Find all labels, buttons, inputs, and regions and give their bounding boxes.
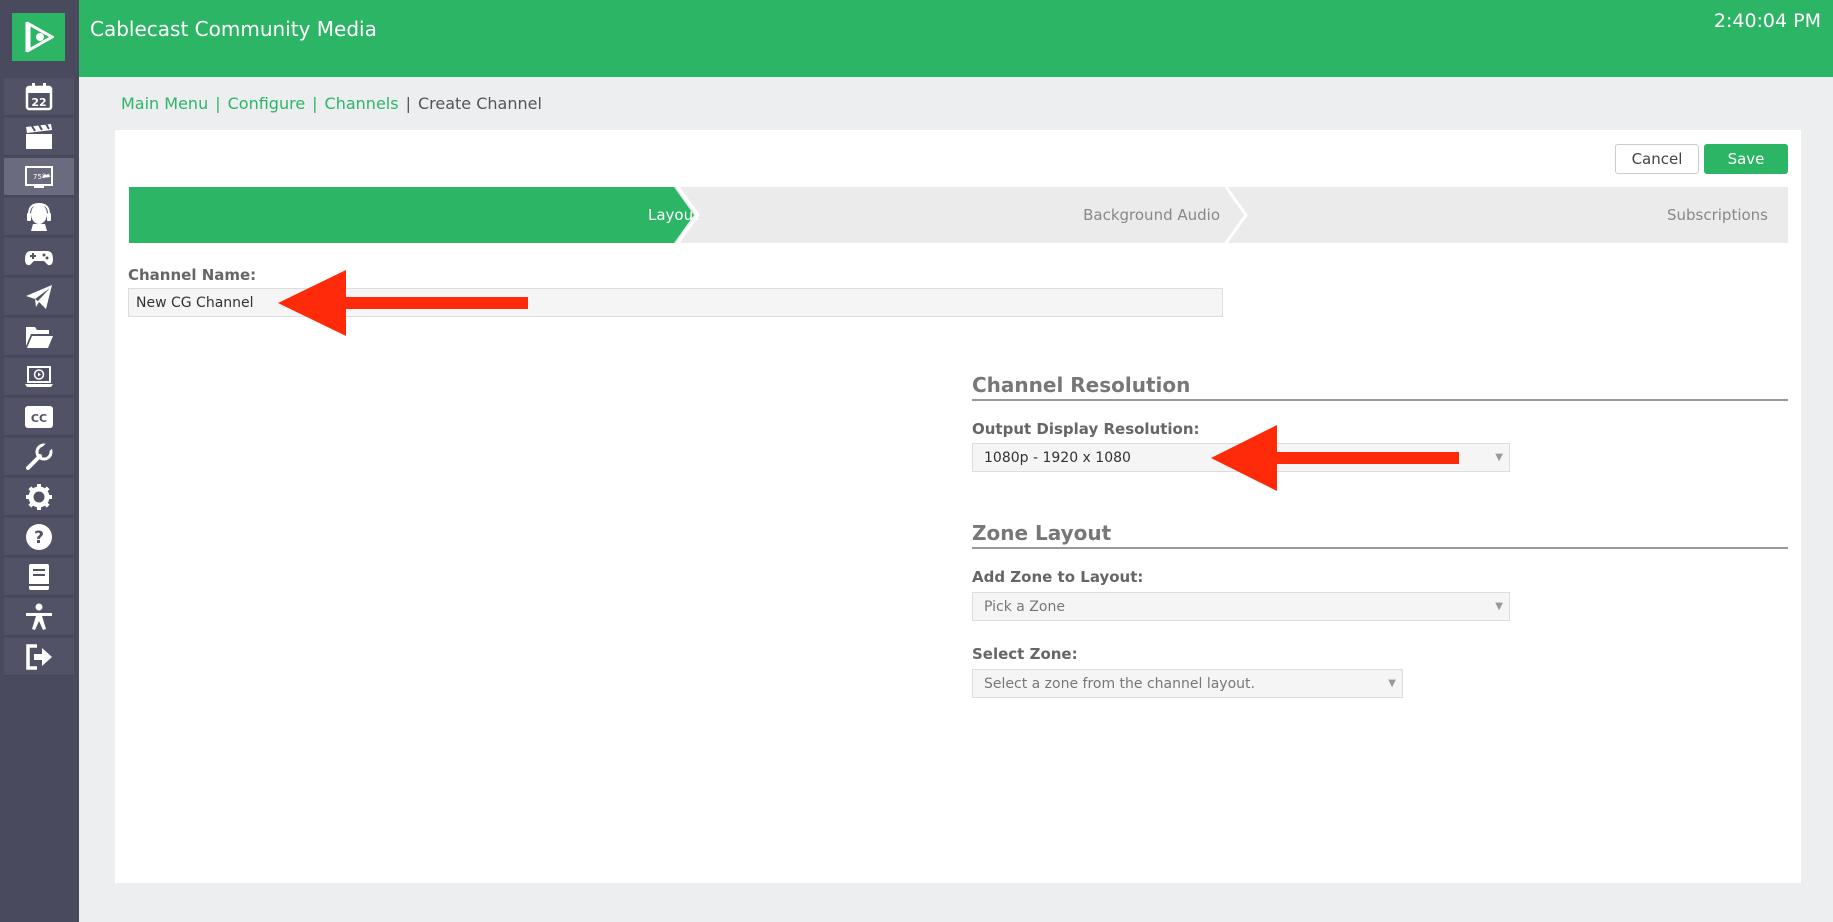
wizard-steps-background [129, 187, 1788, 243]
sidebar-item-logout[interactable] [4, 638, 74, 676]
zone-layout-title: Zone Layout [972, 521, 1112, 545]
step-subscriptions[interactable]: Subscriptions [1667, 206, 1768, 224]
sidebar-item-help[interactable]: ? [4, 518, 74, 556]
sidebar-item-files[interactable] [4, 318, 74, 356]
calendar-day: 22 [31, 96, 46, 109]
sidebar-item-tools[interactable] [4, 438, 74, 476]
breadcrumb: Main Menu | Configure | Channels | Create Chan… [121, 94, 542, 113]
gamepad-icon [25, 250, 53, 265]
sidebar-item-shows[interactable] [4, 118, 74, 156]
caret-down-icon: ▼ [1495, 452, 1503, 463]
sidebar: 22 75° CC ? [0, 0, 79, 922]
closed-captions-icon: CC [25, 405, 53, 428]
help-icon: ? [26, 523, 52, 550]
headset-icon [27, 202, 51, 231]
app-logo[interactable] [12, 13, 65, 61]
section-divider [972, 399, 1788, 401]
sidebar-item-docs[interactable] [4, 558, 74, 596]
annotation-arrow-resolution [1211, 425, 1459, 491]
add-zone-placeholder: Pick a Zone [984, 598, 1065, 615]
add-zone-select[interactable]: Pick a Zone ▼ [972, 592, 1510, 621]
wrench-icon [26, 441, 54, 470]
step-layout[interactable]: Layout [648, 206, 699, 224]
wizard-steps: Layout Background Audio Subscriptions [129, 187, 1788, 243]
gear-icon [26, 483, 52, 510]
svg-text:CC: CC [31, 412, 47, 425]
laptop-play-icon [25, 365, 53, 387]
sign-out-icon [26, 643, 52, 670]
sidebar-item-settings[interactable] [4, 478, 74, 516]
select-zone-select[interactable]: Select a zone from the channel layout. ▼ [972, 669, 1403, 698]
section-divider [972, 547, 1788, 549]
annotation-arrow-channel-name [278, 270, 528, 336]
cancel-button[interactable]: Cancel [1615, 144, 1699, 174]
clapperboard-icon [26, 122, 52, 149]
breadcrumb-separator: | [405, 94, 411, 113]
sidebar-item-playback[interactable] [4, 358, 74, 396]
breadcrumb-current: Create Channel [417, 94, 542, 113]
paper-plane-icon [26, 284, 52, 309]
channel-resolution-title: Channel Resolution [972, 373, 1191, 397]
breadcrumb-channels[interactable]: Channels [325, 94, 399, 113]
person-icon [26, 603, 52, 630]
sidebar-item-live[interactable] [4, 198, 74, 236]
app-title: Cablecast Community Media [90, 17, 377, 41]
calendar-icon: 22 [25, 82, 53, 110]
select-zone-placeholder: Select a zone from the channel layout. [984, 675, 1255, 692]
top-header: Cablecast Community Media 2:40:04 PM [79, 0, 1833, 77]
sidebar-item-captions[interactable]: CC [4, 398, 74, 436]
channel-name-label: Channel Name: [128, 266, 257, 284]
folder-open-icon [26, 326, 53, 348]
sidebar-item-send[interactable] [4, 278, 74, 316]
breadcrumb-main-menu[interactable]: Main Menu [121, 94, 208, 113]
svg-text:?: ? [34, 528, 44, 548]
breadcrumb-separator: | [312, 94, 318, 113]
output-resolution-value: 1080p - 1920 x 1080 [984, 449, 1131, 466]
breadcrumb-configure[interactable]: Configure [228, 94, 306, 113]
caret-down-icon: ▼ [1495, 601, 1503, 612]
add-zone-label: Add Zone to Layout: [972, 568, 1144, 586]
clock: 2:40:04 PM [1713, 10, 1821, 32]
create-channel-panel: Cancel Save Layout Background Audio Subs… [115, 130, 1801, 883]
save-button[interactable]: Save [1704, 144, 1788, 174]
book-icon [29, 563, 49, 590]
sidebar-item-controls[interactable] [4, 238, 74, 276]
sidebar-item-calendar[interactable]: 22 [4, 78, 74, 116]
sidebar-item-channels[interactable]: 75° [4, 158, 74, 196]
breadcrumb-separator: | [215, 94, 221, 113]
monitor-icon: 75° [25, 165, 53, 188]
select-zone-label: Select Zone: [972, 645, 1078, 663]
step-background-audio[interactable]: Background Audio [1083, 206, 1220, 224]
output-resolution-label: Output Display Resolution: [972, 420, 1200, 438]
logo-icon [25, 21, 54, 53]
sidebar-item-accessibility[interactable] [4, 598, 74, 636]
caret-down-icon: ▼ [1388, 678, 1396, 689]
